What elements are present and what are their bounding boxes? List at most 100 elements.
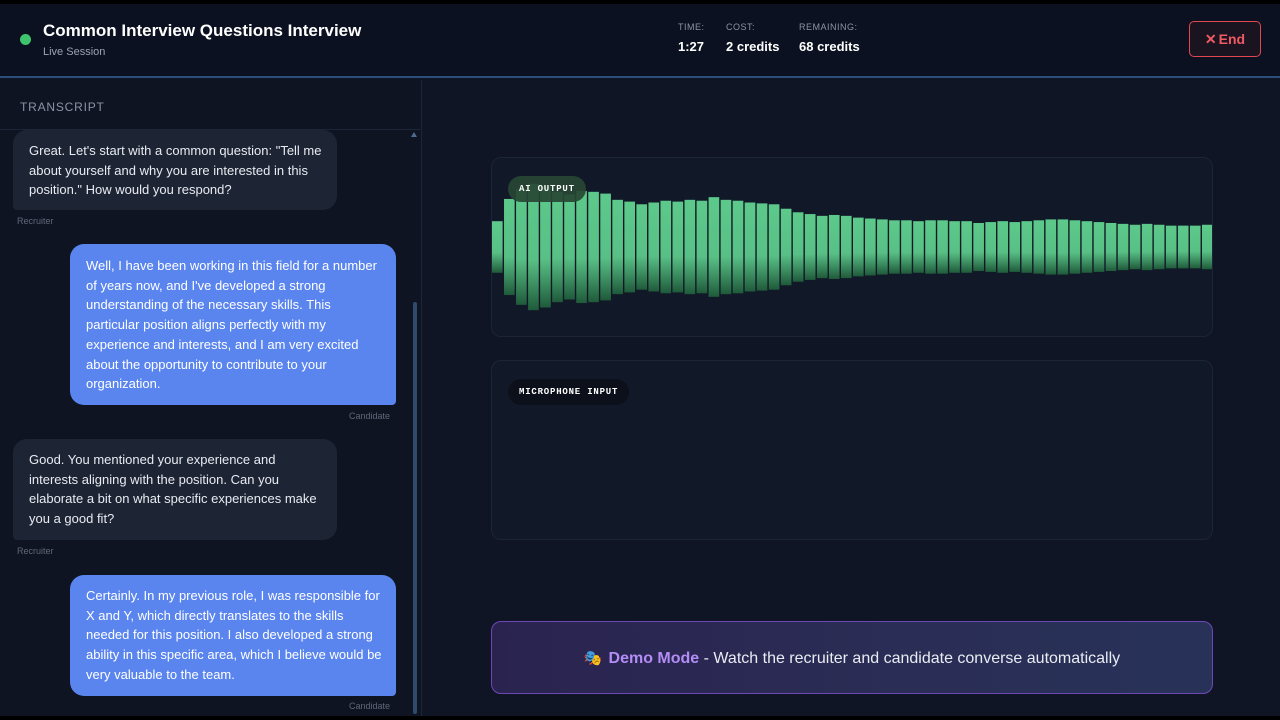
transcript-list[interactable]: Great. Let's start with a common questio… — [0, 130, 420, 716]
live-status-indicator — [20, 34, 31, 45]
waveform-bar — [576, 190, 587, 304]
waveform-bar — [792, 212, 804, 282]
waveform-bar — [612, 199, 623, 295]
message-role: Recruiter — [17, 216, 54, 226]
waveform-bar — [768, 204, 780, 290]
waveform-bar — [744, 202, 756, 292]
microphone-input-label: MICROPHONE INPUT — [508, 379, 630, 405]
waveform-bar — [492, 221, 503, 273]
transcript-title: TRANSCRIPT — [20, 100, 105, 114]
message-role: Recruiter — [17, 546, 54, 556]
waveform-bar — [1093, 222, 1105, 272]
waveform-bar — [1081, 221, 1093, 273]
stat-label: TIME: — [678, 22, 705, 32]
waveform-bar — [901, 220, 912, 274]
waveform-bar — [588, 191, 599, 303]
waveform-bar — [828, 214, 840, 280]
waveform-bar — [889, 220, 900, 274]
waveform-bar — [973, 222, 984, 272]
recruiter-message: Great. Let's start with a common questio… — [13, 130, 337, 210]
transcript-panel: TRANSCRIPT Great. Let's start with a com… — [0, 80, 422, 716]
waveform-bar — [672, 201, 684, 293]
waveform-bar — [660, 200, 672, 294]
message-text: Great. Let's start with a common questio… — [29, 143, 322, 198]
masks-icon: 🎭 — [583, 650, 603, 667]
waveform-bar — [1105, 222, 1117, 272]
waveform-bar — [600, 193, 611, 301]
waveform-bar — [564, 194, 575, 300]
app-window: Common Interview Questions Interview Liv… — [0, 4, 1280, 716]
waveform-bar — [624, 201, 635, 293]
waveform-bar — [1045, 219, 1057, 275]
waveform-bar — [804, 214, 816, 280]
waveform-bar — [1117, 223, 1129, 271]
waveform-bar — [648, 202, 660, 292]
waveform-bar — [552, 191, 563, 303]
waveform-bar — [913, 221, 924, 273]
demo-mode-banner: 🎭 Demo Mode - Watch the recruiter and can… — [491, 621, 1213, 694]
waveform-bar — [877, 219, 888, 275]
end-session-button[interactable]: ✕ End — [1189, 21, 1261, 57]
waveform-bar — [720, 199, 732, 295]
demo-mode-title: Demo Mode — [608, 650, 700, 667]
message-text: Well, I have been working in this field … — [86, 258, 377, 392]
close-icon: ✕ — [1204, 31, 1217, 47]
waveform-bar — [1189, 225, 1201, 269]
message-role: Candidate — [349, 701, 391, 711]
ai-output-waveform — [492, 183, 1212, 311]
waveform-bar — [732, 200, 744, 294]
end-button-label: End — [1218, 31, 1246, 47]
waveform-bar — [1021, 221, 1033, 273]
waveform-bar — [937, 220, 948, 274]
waveform-bar — [853, 217, 864, 277]
waveform-bar — [997, 221, 1009, 273]
session-header: Common Interview Questions Interview Liv… — [0, 4, 1280, 78]
scroll-up-arrow[interactable] — [411, 132, 417, 137]
ai-output-panel: AI OUTPUT — [491, 157, 1213, 337]
waveform-bar — [925, 220, 936, 274]
waveform-bar — [1069, 220, 1081, 274]
ai-output-label: AI OUTPUT — [508, 176, 586, 202]
stat-value: 2 credits — [726, 39, 780, 54]
waveform-bar — [708, 197, 720, 297]
message-text: Certainly. In my previous role, I was re… — [86, 588, 382, 682]
microphone-input-panel: MICROPHONE INPUT — [491, 360, 1213, 540]
demo-mode-description: - Watch the recruiter and candidate conv… — [699, 650, 1121, 667]
session-status: Live Session — [43, 46, 106, 58]
waveform-bar — [1129, 224, 1141, 270]
stat-cost: COST: 2 credits — [726, 22, 779, 54]
waveform-bar — [1009, 222, 1021, 272]
waveform-bar — [1177, 225, 1189, 269]
waveform-bar — [865, 218, 876, 276]
waveform-bar — [540, 186, 551, 308]
waveform-bar — [516, 189, 527, 305]
waveform-bar — [1141, 223, 1153, 271]
waveform-bar — [528, 183, 539, 311]
message-role: Candidate — [349, 411, 391, 421]
waveform-bar — [1153, 224, 1165, 270]
waveform-bar — [985, 222, 996, 272]
page-title: Common Interview Questions Interview — [43, 21, 362, 40]
waveform-bar — [816, 215, 828, 279]
stat-label: COST: — [726, 22, 756, 32]
waveform-bar — [1057, 219, 1069, 275]
candidate-message: Certainly. In my previous role, I was re… — [70, 575, 396, 696]
waveform-bar — [949, 221, 960, 273]
candidate-message: Well, I have been working in this field … — [70, 244, 396, 405]
waveform-bar — [1033, 220, 1045, 274]
recruiter-message: Good. You mentioned your experience and … — [13, 439, 337, 540]
stat-time: TIME: 1:27 — [678, 22, 705, 54]
waveform-bar — [961, 221, 972, 273]
stat-value: 68 credits — [799, 39, 860, 54]
message-text: Good. You mentioned your experience and … — [29, 452, 317, 527]
waveform-bar — [840, 215, 852, 279]
waveform-bar — [636, 204, 648, 290]
stat-value: 1:27 — [678, 39, 705, 54]
waveform-bar — [504, 198, 515, 296]
waveform-bar — [780, 208, 792, 286]
scrollbar-thumb[interactable] — [413, 302, 417, 714]
waveform-bar — [696, 200, 708, 294]
stat-label: REMAINING: — [799, 22, 858, 32]
waveform-bar — [756, 203, 768, 291]
stat-remaining: REMAINING: 68 credits — [799, 22, 860, 54]
